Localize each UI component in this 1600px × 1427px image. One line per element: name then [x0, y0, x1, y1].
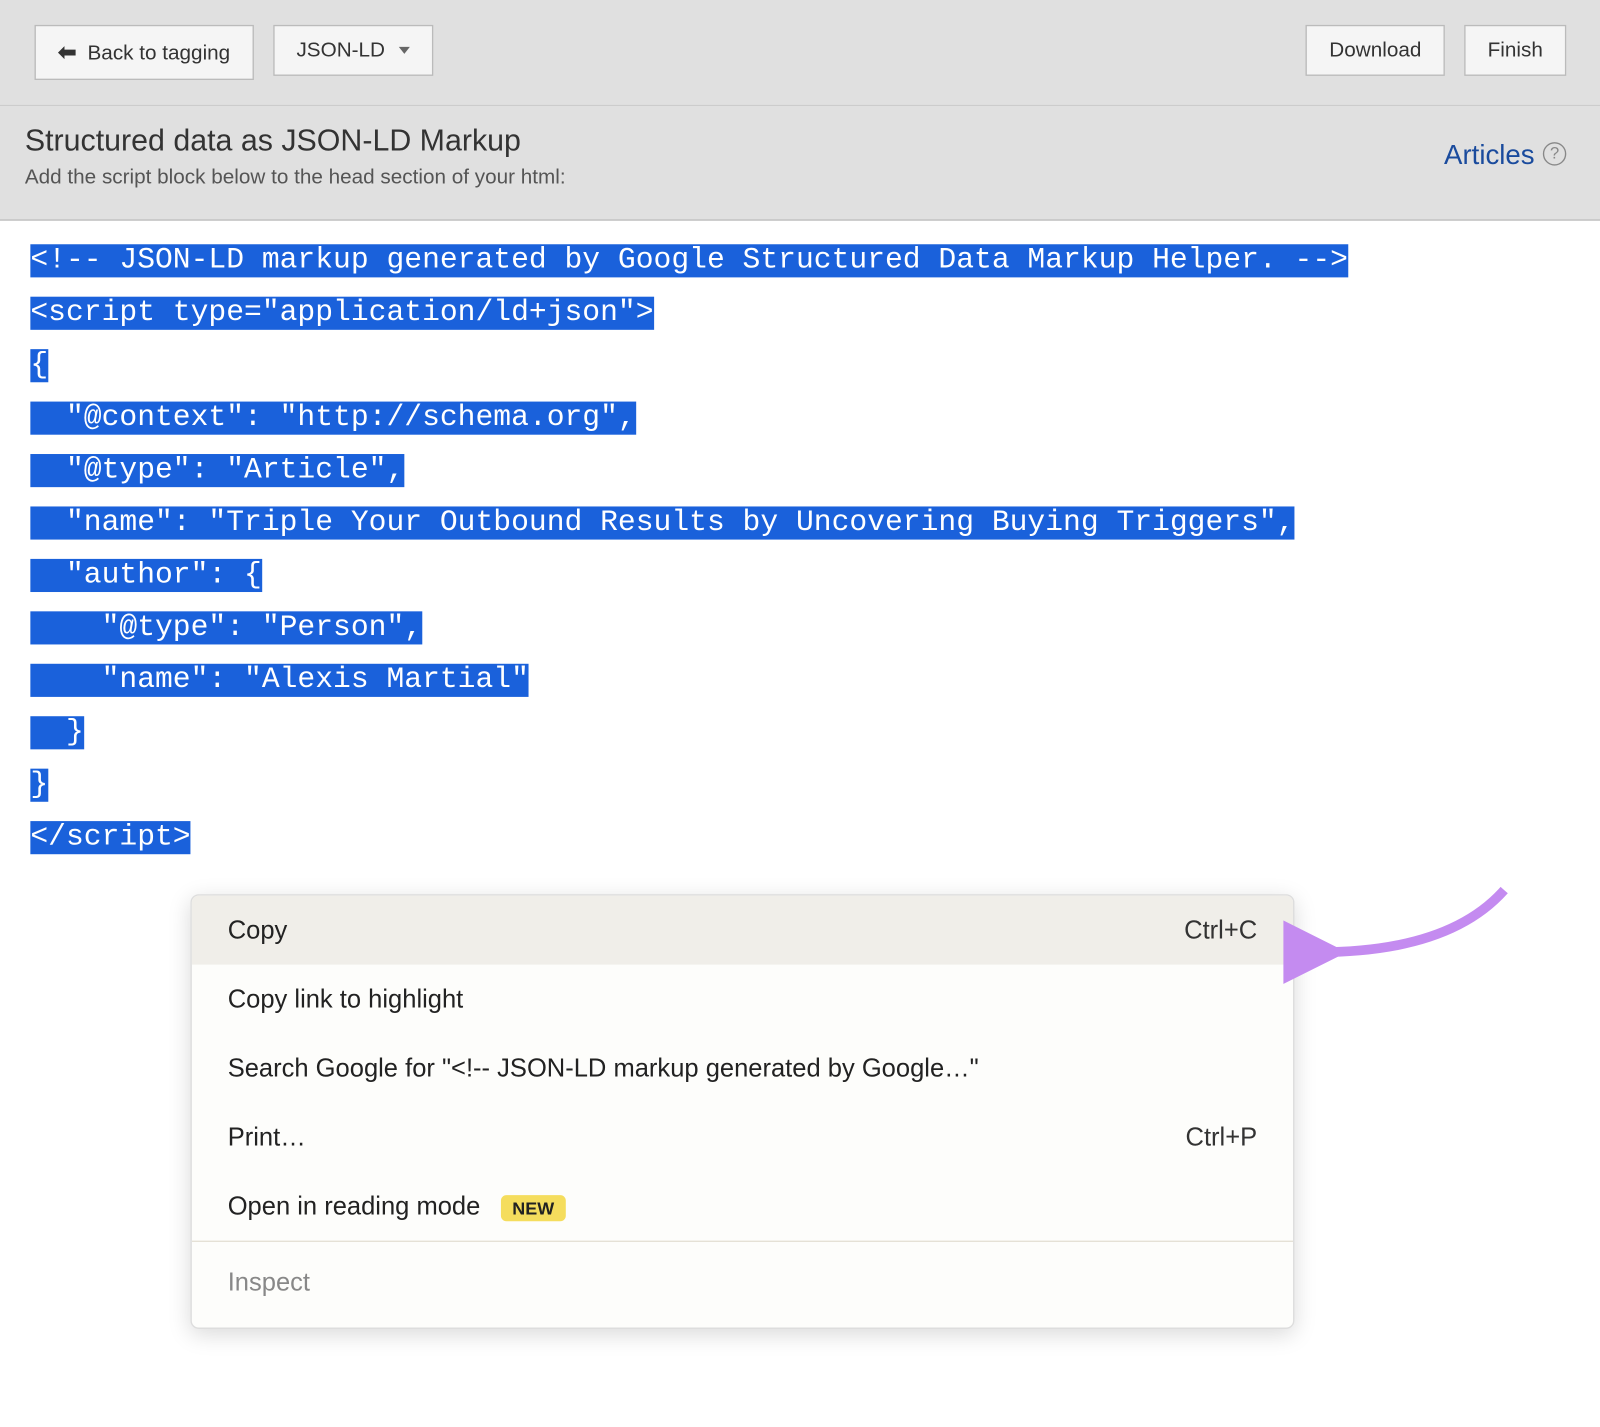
code-line: "@type": "Article",	[30, 454, 404, 487]
menu-item-shortcut: Ctrl+C	[1184, 915, 1257, 945]
code-line: "author": {	[30, 559, 261, 592]
back-label: Back to tagging	[88, 41, 231, 64]
toolbar: ⬅ Back to tagging JSON-LD Download Finis…	[0, 0, 1600, 106]
menu-item-label: Open in reading mode	[228, 1191, 481, 1220]
menu-item-label: Copy link to highlight	[228, 984, 464, 1014]
code-line: "name": "Alexis Martial"	[30, 664, 529, 697]
menu-item-print[interactable]: Print… Ctrl+P	[192, 1103, 1293, 1172]
page-subtitle: Add the script block below to the head s…	[25, 166, 566, 189]
code-line: {	[30, 349, 48, 382]
menu-item-label: Search Google for "<!-- JSON-LD markup g…	[228, 1053, 979, 1083]
help-icon[interactable]: ?	[1543, 141, 1566, 164]
code-line: <script type="application/ld+json">	[30, 297, 653, 330]
chevron-down-icon	[399, 47, 410, 54]
menu-item-search[interactable]: Search Google for "<!-- JSON-LD markup g…	[192, 1034, 1293, 1103]
menu-item-shortcut: Ctrl+P	[1186, 1122, 1258, 1152]
menu-item-inspect[interactable]: Inspect	[192, 1242, 1293, 1328]
menu-item-copy-link[interactable]: Copy link to highlight	[192, 965, 1293, 1034]
code-line: <!-- JSON-LD markup generated by Google …	[30, 244, 1348, 277]
code-line: }	[30, 716, 83, 749]
code-block[interactable]: <!-- JSON-LD markup generated by Google …	[30, 235, 1570, 864]
subheader: Structured data as JSON-LD Markup Add th…	[0, 106, 1600, 221]
menu-item-label: Print…	[228, 1122, 306, 1152]
page-title: Structured data as JSON-LD Markup	[25, 123, 566, 159]
code-line: "@type": "Person",	[30, 611, 422, 644]
finish-button[interactable]: Finish	[1464, 25, 1566, 76]
code-line: </script>	[30, 821, 190, 854]
code-line: }	[30, 769, 48, 802]
menu-item-label: Copy	[228, 915, 288, 945]
articles-link[interactable]: Articles	[1444, 140, 1534, 172]
code-line: "name": "Triple Your Outbound Results by…	[30, 506, 1294, 539]
new-badge: NEW	[501, 1195, 565, 1221]
menu-item-copy[interactable]: Copy Ctrl+C	[192, 896, 1293, 965]
menu-item-reading-mode[interactable]: Open in reading mode NEW	[192, 1172, 1293, 1241]
format-label: JSON-LD	[296, 39, 385, 62]
format-dropdown[interactable]: JSON-LD	[273, 25, 433, 76]
code-area: <!-- JSON-LD markup generated by Google …	[0, 221, 1600, 878]
download-button[interactable]: Download	[1306, 25, 1445, 76]
arrow-annotation-icon	[1283, 869, 1559, 993]
code-line: "@context": "http://schema.org",	[30, 402, 635, 435]
menu-item-label: Inspect	[228, 1267, 310, 1297]
back-arrow-icon: ⬅	[58, 39, 77, 67]
back-button[interactable]: ⬅ Back to tagging	[35, 25, 254, 80]
context-menu: Copy Ctrl+C Copy link to highlight Searc…	[190, 894, 1294, 1329]
